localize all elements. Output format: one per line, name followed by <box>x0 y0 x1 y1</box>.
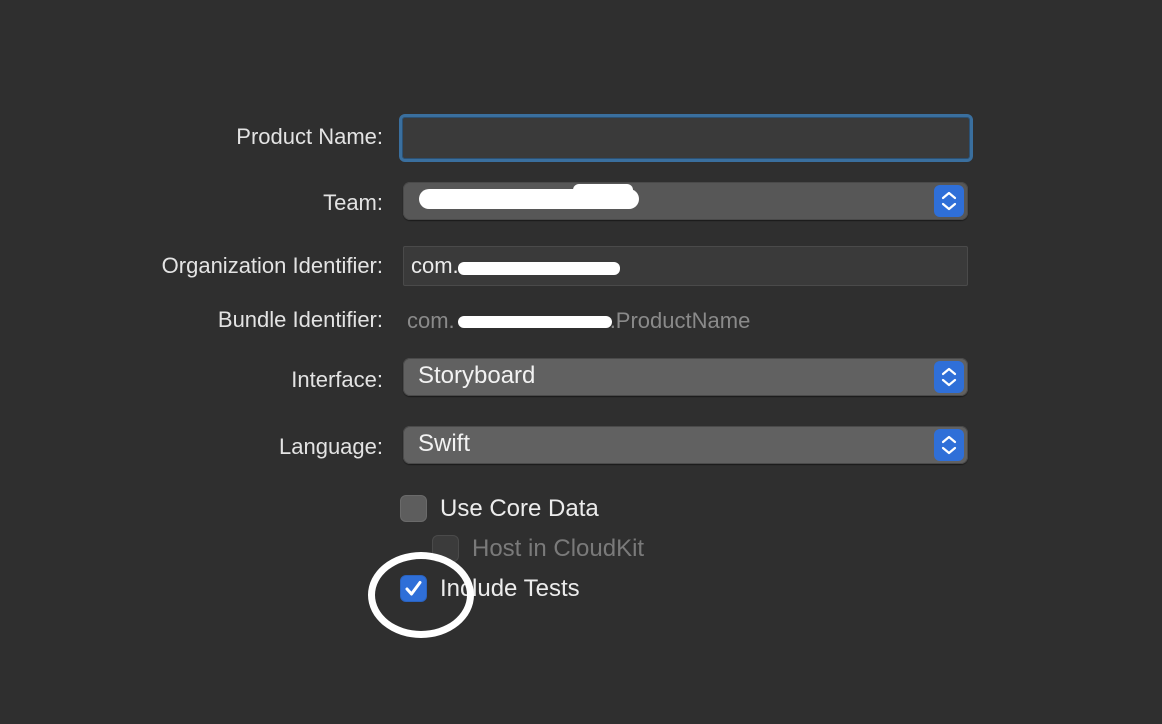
include-tests-checkbox[interactable] <box>400 575 427 602</box>
interface-value: Storyboard <box>418 362 536 389</box>
bundle-identifier-suffix: .ProductName <box>609 308 751 333</box>
host-in-cloudkit-label: Host in CloudKit <box>472 535 645 562</box>
include-tests-option[interactable]: Include Tests <box>400 575 660 605</box>
redaction-mark <box>573 184 633 196</box>
language-value: Swift <box>418 430 471 457</box>
organization-identifier-label: Organization Identifier: <box>161 253 383 278</box>
redaction-mark <box>458 262 620 275</box>
use-core-data-checkbox[interactable] <box>400 495 427 522</box>
language-label: Language: <box>279 434 383 459</box>
product-name-input[interactable] <box>399 114 973 162</box>
interface-stepper-icon <box>934 361 964 393</box>
bundle-identifier-prefix: com. <box>407 308 455 333</box>
team-label: Team: <box>323 190 383 215</box>
team-stepper-icon <box>934 185 964 217</box>
interface-popup[interactable]: Storyboard <box>403 358 968 396</box>
host-in-cloudkit-option: Host in CloudKit <box>432 535 692 565</box>
use-core-data-option[interactable]: Use Core Data <box>400 495 660 525</box>
bundle-identifier-label: Bundle Identifier: <box>217 307 383 332</box>
team-popup[interactable] <box>403 182 968 220</box>
language-popup[interactable]: Swift <box>403 426 968 464</box>
language-stepper-icon <box>934 429 964 461</box>
interface-label: Interface: <box>291 367 383 392</box>
product-name-label: Product Name: <box>236 124 383 149</box>
host-in-cloudkit-checkbox <box>432 535 459 562</box>
redaction-mark <box>458 316 612 328</box>
include-tests-label: Include Tests <box>440 575 580 602</box>
checkmark-icon <box>405 581 422 596</box>
use-core-data-label: Use Core Data <box>440 495 599 522</box>
